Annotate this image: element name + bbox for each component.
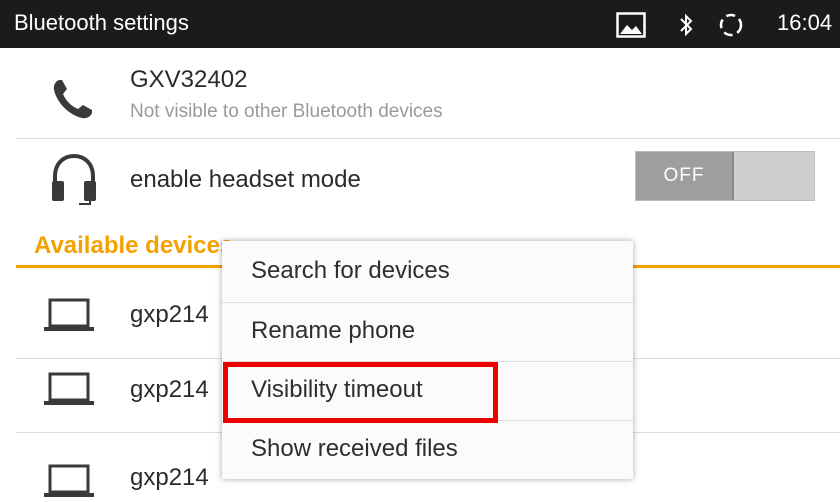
device-list-item[interactable]: gxp214: [130, 301, 209, 329]
menu-item-show-received-files[interactable]: Show received files: [222, 421, 633, 479]
divider: [16, 138, 840, 139]
phone-icon: [53, 80, 92, 119]
menu-item-rename-phone[interactable]: Rename phone: [222, 303, 633, 361]
status-bar: Bluetooth settings 16:04: [0, 0, 840, 48]
device-name: GXV32402: [130, 66, 248, 93]
menu-item-label: Show received files: [251, 435, 458, 462]
device-list-item[interactable]: gxp214: [130, 376, 209, 404]
available-devices-header: Available devices: [34, 232, 234, 259]
highlight-box: [223, 362, 498, 423]
image-icon: [616, 12, 646, 38]
headset-mode-label: enable headset mode: [130, 166, 361, 193]
laptop-icon: [44, 372, 94, 405]
laptop-icon: [44, 464, 94, 497]
menu-item-label: Rename phone: [251, 317, 416, 344]
menu-item-label: Search for devices: [251, 257, 450, 284]
bluetooth-icon: [680, 13, 693, 37]
device-list-item[interactable]: gxp214: [130, 464, 209, 492]
sync-icon: [719, 13, 743, 37]
headset-mode-toggle[interactable]: OFF: [635, 151, 815, 201]
toggle-divider: [732, 152, 734, 200]
menu-item-search-for-devices[interactable]: Search for devices: [222, 243, 633, 301]
device-visibility[interactable]: Not visible to other Bluetooth devices: [130, 101, 443, 123]
options-menu: Search for devices Rename phone Visibili…: [222, 241, 633, 479]
headset-icon: [52, 153, 96, 205]
toggle-off-label: OFF: [636, 152, 732, 200]
laptop-icon: [44, 298, 94, 331]
page-title: Bluetooth settings: [14, 10, 189, 35]
clock: 16:04: [777, 10, 833, 35]
